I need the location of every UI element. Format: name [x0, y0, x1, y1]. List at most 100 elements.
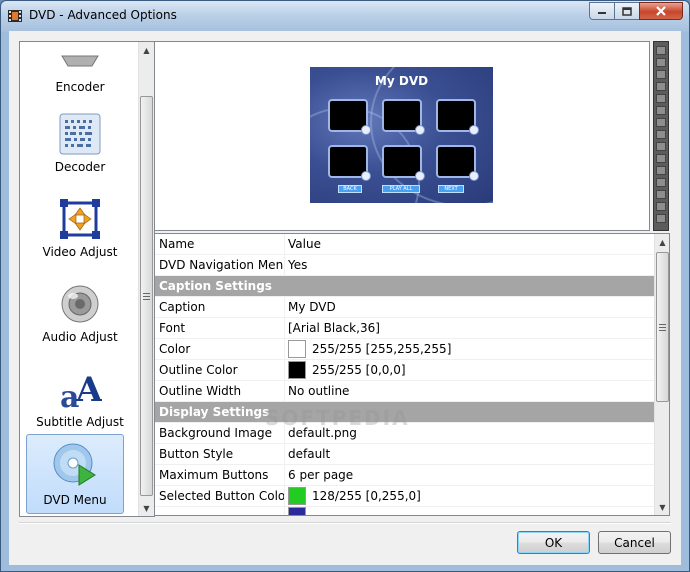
table-row[interactable]: Color 255/255 [255,255,255] [155, 339, 654, 360]
color-swatch[interactable] [288, 361, 306, 379]
property-value[interactable]: My DVD [285, 297, 654, 317]
sidebar-item-audio-adjust[interactable]: Audio Adjust [26, 272, 134, 350]
preview-film-strip [653, 41, 669, 231]
property-grid: Name Value DVD Navigation Menu Yes Capti… [154, 233, 670, 516]
property-name: Outline Color [155, 360, 285, 380]
property-value[interactable]: 128/255 [0,255,0] [285, 486, 654, 506]
scroll-up-arrow-icon[interactable]: ▲ [655, 234, 669, 250]
table-row[interactable]: Selected Button Color 128/255 [0,255,0] [155, 486, 654, 507]
scroll-down-arrow-icon[interactable]: ▼ [139, 500, 154, 516]
scrollbar-thumb[interactable] [140, 96, 153, 496]
footer-divider [19, 522, 671, 524]
property-name: Outline Width [155, 381, 285, 401]
section-title: Display Settings [159, 405, 270, 419]
menu-next-button: NEXT [438, 185, 464, 193]
sidebar-item-dvd-menu[interactable]: DVD Menu [26, 434, 124, 514]
property-value[interactable]: default [285, 444, 654, 464]
property-value[interactable]: Yes [285, 255, 654, 275]
decoder-icon [59, 113, 101, 155]
table-row[interactable]: Outline Color 255/255 [0,0,0] [155, 360, 654, 381]
section-title: Caption Settings [159, 279, 272, 293]
menu-back-button: BACK [338, 185, 362, 193]
table-row[interactable]: Button Style default [155, 444, 654, 465]
property-value[interactable]: No outline [285, 381, 654, 401]
sidebar-item-subtitle-adjust[interactable]: a A Subtitle Adjust [26, 357, 134, 435]
sidebar-item-label: Decoder [54, 160, 106, 174]
property-name: Caption [155, 297, 285, 317]
menu-thumb [436, 145, 479, 181]
ok-button[interactable]: OK [517, 531, 590, 554]
menu-thumb [328, 99, 371, 135]
sidebar-item-video-adjust[interactable]: Video Adjust [26, 187, 134, 265]
close-icon [656, 6, 666, 16]
scrollbar-thumb[interactable] [656, 252, 669, 402]
property-grid-header: Name Value [155, 234, 654, 255]
category-list-scrollbar[interactable]: ▲ ▼ [138, 42, 154, 516]
value-column-header[interactable]: Value [285, 234, 654, 254]
menu-play-all-button: PLAY ALL [382, 185, 420, 193]
encoder-icon [61, 55, 99, 67]
category-list: Encoder Decoder Video Adjust Audio Adjus… [19, 41, 155, 517]
sidebar-item-encoder[interactable]: Encoder [26, 42, 134, 100]
property-name: Font [155, 318, 285, 338]
property-name [155, 507, 285, 515]
property-name: Maximum Buttons [155, 465, 285, 485]
table-row[interactable]: Background Image default.png [155, 423, 654, 444]
subtitle-icon: a A [60, 370, 102, 411]
property-grid-scrollbar[interactable]: ▲ ▼ [654, 234, 669, 515]
maximize-icon [622, 6, 632, 16]
color-value: 255/255 [255,255,255] [312, 342, 452, 356]
dvd-menu-preview: My DVD BACK PLAY ALL NEXT [154, 41, 650, 231]
cancel-button[interactable]: Cancel [598, 531, 671, 554]
scroll-up-arrow-icon[interactable]: ▲ [139, 42, 154, 58]
property-name: Color [155, 339, 285, 359]
title-bar[interactable]: DVD - Advanced Options [1, 1, 689, 31]
color-value: 255/255 [0,0,0] [312, 363, 406, 377]
color-swatch[interactable] [288, 340, 306, 358]
maximize-button[interactable] [614, 2, 640, 20]
color-swatch[interactable] [288, 507, 306, 515]
sidebar-item-label: DVD Menu [43, 493, 107, 507]
menu-thumb [382, 145, 425, 181]
sidebar-item-label: Audio Adjust [42, 330, 118, 344]
menu-thumb [328, 145, 371, 181]
table-row[interactable]: Outline Width No outline [155, 381, 654, 402]
property-name: DVD Navigation Menu [155, 255, 285, 275]
property-value[interactable]: [Arial Black,36] [285, 318, 654, 338]
table-row[interactable] [155, 507, 654, 515]
app-icon [8, 10, 22, 22]
dvd-menu-thumbnail: My DVD BACK PLAY ALL NEXT [310, 67, 493, 203]
svg-text:A: A [75, 370, 102, 410]
property-value[interactable]: 255/255 [0,0,0] [285, 360, 654, 380]
property-value[interactable]: 6 per page [285, 465, 654, 485]
color-swatch[interactable] [288, 487, 306, 505]
section-display-settings[interactable]: Display Settings [155, 402, 654, 423]
minimize-icon [598, 12, 606, 14]
menu-thumb [436, 99, 479, 135]
name-column-header[interactable]: Name [155, 234, 285, 254]
menu-thumb [382, 99, 425, 135]
sidebar-item-label: Encoder [55, 80, 105, 94]
sidebar-item-label: Video Adjust [42, 245, 118, 259]
sidebar-item-label: Subtitle Adjust [36, 415, 124, 429]
dvd-disc-icon [53, 443, 96, 486]
video-adjust-icon [60, 199, 100, 239]
property-value[interactable] [285, 507, 654, 515]
property-name: Button Style [155, 444, 285, 464]
section-caption-settings[interactable]: Caption Settings [155, 276, 654, 297]
window-title: DVD - Advanced Options [29, 8, 177, 22]
minimize-button[interactable] [589, 2, 615, 20]
property-value[interactable]: 255/255 [255,255,255] [285, 339, 654, 359]
scroll-down-arrow-icon[interactable]: ▼ [655, 499, 669, 515]
table-row[interactable]: Font [Arial Black,36] [155, 318, 654, 339]
table-row[interactable]: Caption My DVD [155, 297, 654, 318]
advanced-options-window: DVD - Advanced Options Encoder Decoder V… [0, 0, 690, 572]
dvd-menu-title: My DVD [374, 74, 429, 88]
close-button[interactable] [639, 2, 683, 20]
dialog-client-area: Encoder Decoder Video Adjust Audio Adjus… [9, 31, 681, 565]
sidebar-item-decoder[interactable]: Decoder [26, 102, 134, 180]
table-row[interactable]: Maximum Buttons 6 per page [155, 465, 654, 486]
property-name: Background Image [155, 423, 285, 443]
table-row[interactable]: DVD Navigation Menu Yes [155, 255, 654, 276]
property-value[interactable]: default.png [285, 423, 654, 443]
